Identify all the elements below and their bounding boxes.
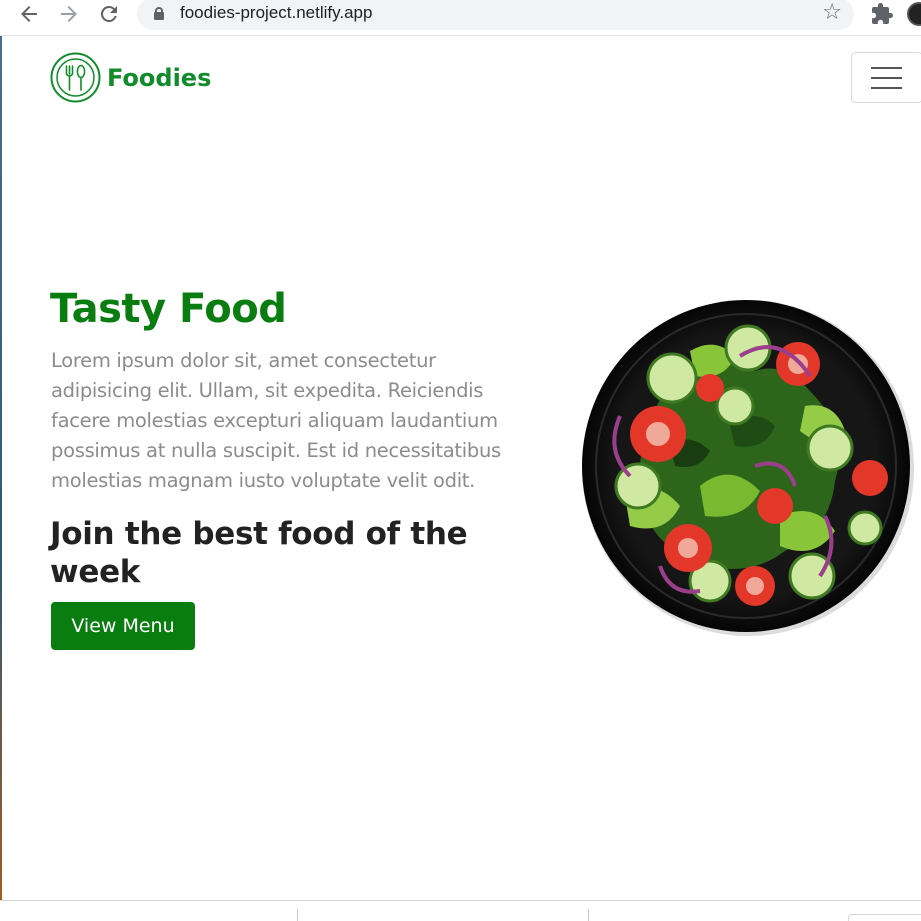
hero-description: Lorem ipsum dolor sit, amet consectetur … [51,349,501,492]
hero-subtitle: Join the best food of the week [50,516,468,590]
brand-name: Foodies [107,63,212,92]
view-menu-button[interactable]: View Menu [51,602,195,650]
url-text: foodies-project.netlify.app [180,3,373,22]
profile-avatar[interactable] [907,2,921,26]
address-bar[interactable]: foodies-project.netlify.app ☆ [137,0,854,30]
hero-title: Tasty Food [50,286,287,332]
browser-toolbar: foodies-project.netlify.app ☆ [0,0,921,36]
reload-icon[interactable] [97,2,121,26]
bottom-card-edge [848,914,921,921]
star-icon[interactable]: ☆ [822,1,842,25]
brand-link[interactable]: Foodies [50,52,211,103]
page: foodies-project.netlify.app ☆ Foodies Ta… [0,0,921,921]
hamburger-icon [871,67,902,69]
lock-icon [154,7,164,20]
bottom-section-edge [0,900,921,921]
fork-spoon-icon [50,52,101,103]
window-edge [0,36,2,901]
site-navbar: Foodies [0,37,921,117]
forward-icon[interactable] [57,2,81,26]
salad-bowl-image [582,300,914,636]
menu-toggle-button[interactable] [851,52,921,103]
back-icon[interactable] [17,2,41,26]
puzzle-icon[interactable] [870,2,894,26]
